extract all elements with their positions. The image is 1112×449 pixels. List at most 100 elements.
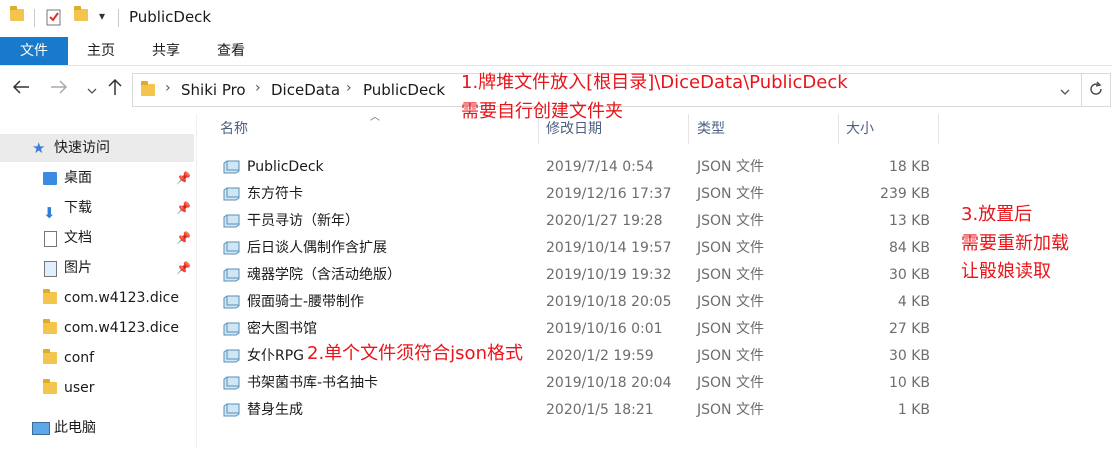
file-size: 1 KB	[897, 402, 930, 418]
column-header-name[interactable]: 名称	[220, 114, 248, 144]
quick-access-dropdown[interactable]: ▾	[99, 9, 105, 23]
column-header-type[interactable]: 类型	[697, 114, 725, 144]
computer-icon	[32, 422, 50, 435]
pin-icon[interactable]: 📌	[176, 194, 191, 222]
sidebar-item-downloads[interactable]: ⬇ 下载 📌	[0, 194, 194, 222]
file-size: 4 KB	[897, 294, 930, 310]
file-size: 27 KB	[888, 321, 930, 337]
file-name: 密大图书馆	[247, 321, 317, 337]
folder-icon	[141, 81, 155, 96]
table-row[interactable]: 书架菌书库-书名抽卡 2019/10/18 20:04 JSON 文件 10 K…	[213, 370, 940, 397]
divider	[34, 9, 35, 27]
json-file-icon	[223, 214, 240, 228]
column-header-size[interactable]: 大小	[846, 114, 874, 144]
tab-home[interactable]: 主页	[80, 37, 122, 65]
file-date: 2019/7/14 0:54	[546, 159, 654, 175]
folder-icon	[43, 379, 57, 394]
file-type: JSON 文件	[697, 402, 764, 418]
sidebar-item-folder[interactable]: com.w4123.dice	[0, 314, 194, 342]
sidebar-item-label: 下载	[64, 200, 92, 216]
sidebar-item-folder[interactable]: com.w4123.dice	[0, 284, 194, 312]
breadcrumb-separator-icon[interactable]: ›	[255, 80, 261, 96]
column-divider[interactable]	[688, 114, 689, 144]
folder-icon	[43, 349, 57, 364]
folder-icon	[43, 289, 57, 304]
properties-checkbox-icon[interactable]	[46, 8, 62, 30]
file-size: 30 KB	[888, 348, 930, 364]
json-file-icon	[223, 322, 240, 336]
file-type: JSON 文件	[697, 159, 764, 175]
table-row[interactable]: 替身生成 2020/1/5 18:21 JSON 文件 1 KB	[213, 397, 940, 424]
file-name: 女仆RPG	[247, 348, 305, 364]
table-row[interactable]: 后日谈人偶制作含扩展 2019/10/14 19:57 JSON 文件 84 K…	[213, 235, 940, 262]
sidebar-item-label: 图片	[64, 260, 92, 276]
recent-locations-chevron-icon[interactable]	[86, 81, 98, 101]
folder-icon	[43, 319, 57, 334]
file-name: PublicDeck	[247, 159, 324, 175]
file-type: JSON 文件	[697, 375, 764, 391]
table-row[interactable]: 干员寻访（新年） 2020/1/27 19:28 JSON 文件 13 KB	[213, 208, 940, 235]
new-folder-icon[interactable]	[74, 6, 88, 21]
file-type: JSON 文件	[697, 213, 764, 229]
table-row[interactable]: 魂器学院（含活动绝版） 2019/10/19 19:32 JSON 文件 30 …	[213, 262, 940, 289]
file-size: 30 KB	[888, 267, 930, 283]
refresh-icon	[1088, 81, 1104, 101]
file-type: JSON 文件	[697, 348, 764, 364]
sidebar-item-pictures[interactable]: 图片 📌	[0, 254, 194, 282]
json-file-icon	[223, 376, 240, 390]
json-file-icon	[223, 295, 240, 309]
table-row[interactable]: 东方符卡 2019/12/16 17:37 JSON 文件 239 KB	[213, 181, 940, 208]
file-date: 2019/12/16 17:37	[546, 186, 672, 202]
address-dropdown-chevron-icon[interactable]	[1059, 85, 1071, 101]
download-folder-icon: ⬇	[43, 204, 56, 222]
table-row[interactable]: 假面骑士-腰带制作 2019/10/18 20:05 JSON 文件 4 KB	[213, 289, 940, 316]
pin-icon[interactable]: 📌	[176, 164, 191, 192]
tab-file[interactable]: 文件	[0, 37, 68, 65]
back-arrow-icon[interactable]	[12, 79, 30, 100]
file-size: 239 KB	[880, 186, 930, 202]
pane-splitter[interactable]	[196, 114, 197, 449]
breadcrumb-separator-icon[interactable]: ›	[346, 80, 352, 96]
annotation-dice-read: 让骰娘读取	[961, 261, 1051, 282]
sidebar-item-folder[interactable]: conf	[0, 344, 194, 372]
sidebar-item-quick-access[interactable]: ★ 快速访问	[0, 134, 194, 162]
breadcrumb-shiki-pro[interactable]: Shiki Pro	[181, 81, 246, 99]
file-size: 18 KB	[888, 159, 930, 175]
forward-arrow-icon[interactable]	[50, 79, 68, 100]
sidebar-item-this-pc[interactable]: 此电脑	[0, 414, 194, 442]
file-date: 2019/10/16 0:01	[546, 321, 663, 337]
sidebar-item-label: 桌面	[64, 170, 92, 186]
column-divider[interactable]	[938, 114, 939, 144]
refresh-button[interactable]	[1082, 73, 1111, 107]
pictures-folder-icon	[44, 261, 57, 277]
sidebar-item-label: com.w4123.dice	[64, 290, 179, 306]
sidebar-item-documents[interactable]: 文档 📌	[0, 224, 194, 252]
table-row[interactable]: PublicDeck 2019/7/14 0:54 JSON 文件 18 KB	[213, 154, 940, 181]
table-row[interactable]: 密大图书馆 2019/10/16 0:01 JSON 文件 27 KB	[213, 316, 940, 343]
file-name: 魂器学院（含活动绝版）	[247, 267, 401, 283]
divider	[118, 9, 119, 27]
file-name: 假面骑士-腰带制作	[247, 294, 365, 310]
sidebar-item-desktop[interactable]: 桌面 📌	[0, 164, 194, 192]
breadcrumb-dicedata[interactable]: DiceData	[271, 81, 340, 99]
json-file-icon	[223, 160, 240, 174]
file-type: JSON 文件	[697, 186, 764, 202]
file-date: 2019/10/19 19:32	[546, 267, 672, 283]
json-file-icon	[223, 187, 240, 201]
sidebar-item-label: 文档	[64, 230, 92, 246]
breadcrumb-separator-icon[interactable]: ›	[165, 80, 171, 96]
pin-icon[interactable]: 📌	[176, 254, 191, 282]
file-date: 2019/10/18 20:04	[546, 375, 672, 391]
breadcrumb-publicdeck[interactable]: PublicDeck	[363, 81, 445, 99]
file-date: 2020/1/5 18:21	[546, 402, 654, 418]
up-arrow-icon[interactable]	[107, 78, 123, 101]
star-icon: ★	[32, 139, 46, 157]
sidebar-item-folder[interactable]: user	[0, 374, 194, 402]
column-divider[interactable]	[838, 114, 839, 144]
tab-view[interactable]: 查看	[210, 37, 252, 65]
json-file-icon	[223, 268, 240, 282]
annotation-after-placing: 3.放置后	[961, 204, 1033, 225]
file-size: 13 KB	[888, 213, 930, 229]
pin-icon[interactable]: 📌	[176, 224, 191, 252]
tab-share[interactable]: 共享	[145, 37, 187, 65]
